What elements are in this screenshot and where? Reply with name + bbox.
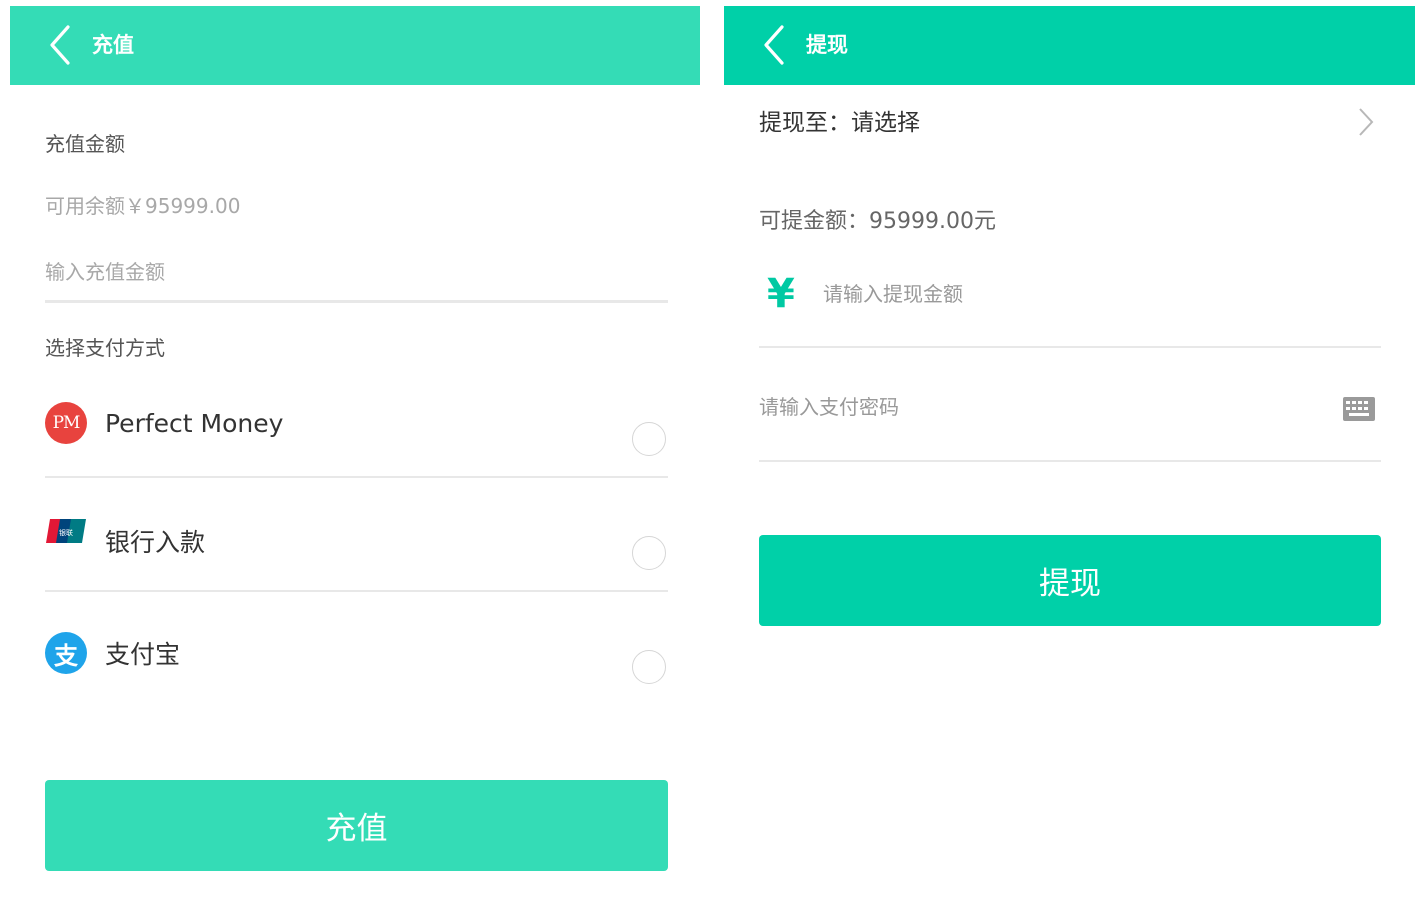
payment-option-bank[interactable]: 银联 银行入款 [45,510,668,590]
chevron-left-icon [50,25,70,65]
unionpay-icon: 银联 [45,518,87,544]
withdraw-header: 提现 [724,6,1415,85]
divider [45,590,668,592]
amount-input-underline [45,300,668,303]
payment-option-label: 银行入款 [105,528,206,557]
back-button[interactable] [44,24,78,68]
payment-option-alipay[interactable]: 支 支付宝 [45,624,668,704]
payment-password-placeholder: 请输入支付密码 [759,395,899,419]
amount-label: 充值金额 [45,132,125,156]
withdraw-amount-placeholder: 请输入提现金额 [823,282,963,306]
balance-text: 可用余额￥95999.00 [45,194,241,218]
withdraw-target-text: 提现至：请选择 [759,110,920,136]
perfect-money-icon: PM [45,402,87,444]
payment-password-input[interactable]: 请输入支付密码 [759,388,1381,432]
divider [759,460,1381,462]
svg-text:银联: 银联 [59,528,73,537]
radio-bank[interactable] [632,536,666,570]
recharge-submit-button[interactable]: 充值 [45,780,668,871]
back-button[interactable] [758,24,792,68]
divider [759,346,1381,348]
amount-input[interactable]: 输入充值金额 [45,258,668,294]
withdraw-submit-button[interactable]: 提现 [759,535,1381,626]
payment-option-label: Perfect Money [105,409,284,438]
recharge-header: 充值 [10,6,700,85]
keyboard-icon[interactable] [1342,396,1376,422]
payment-option-label: 支付宝 [105,640,181,669]
page-title: 提现 [806,33,848,57]
alipay-icon: 支 [45,632,87,674]
withdraw-panel: 提现 提现至：请选择 可提金额：95999.00元 ¥ 请输入提现金额 请输入支… [724,6,1415,906]
radio-alipay[interactable] [632,650,666,684]
recharge-panel: 充值 充值金额 可用余额￥95999.00 输入充值金额 选择支付方式 PM P… [10,6,700,906]
chevron-left-icon [764,25,784,65]
divider [45,476,668,478]
chevron-right-icon [1359,108,1374,136]
available-amount-text: 可提金额：95999.00元 [759,209,996,234]
withdraw-target-select[interactable]: 提现至：请选择 [759,101,1381,145]
payment-option-perfect-money[interactable]: PM Perfect Money [45,396,668,476]
withdraw-amount-input[interactable]: ¥ 请输入提现金额 [759,268,1381,324]
payment-method-label: 选择支付方式 [45,336,165,360]
yen-icon: ¥ [767,271,795,317]
radio-perfect-money[interactable] [632,422,666,456]
page-title: 充值 [92,33,134,57]
